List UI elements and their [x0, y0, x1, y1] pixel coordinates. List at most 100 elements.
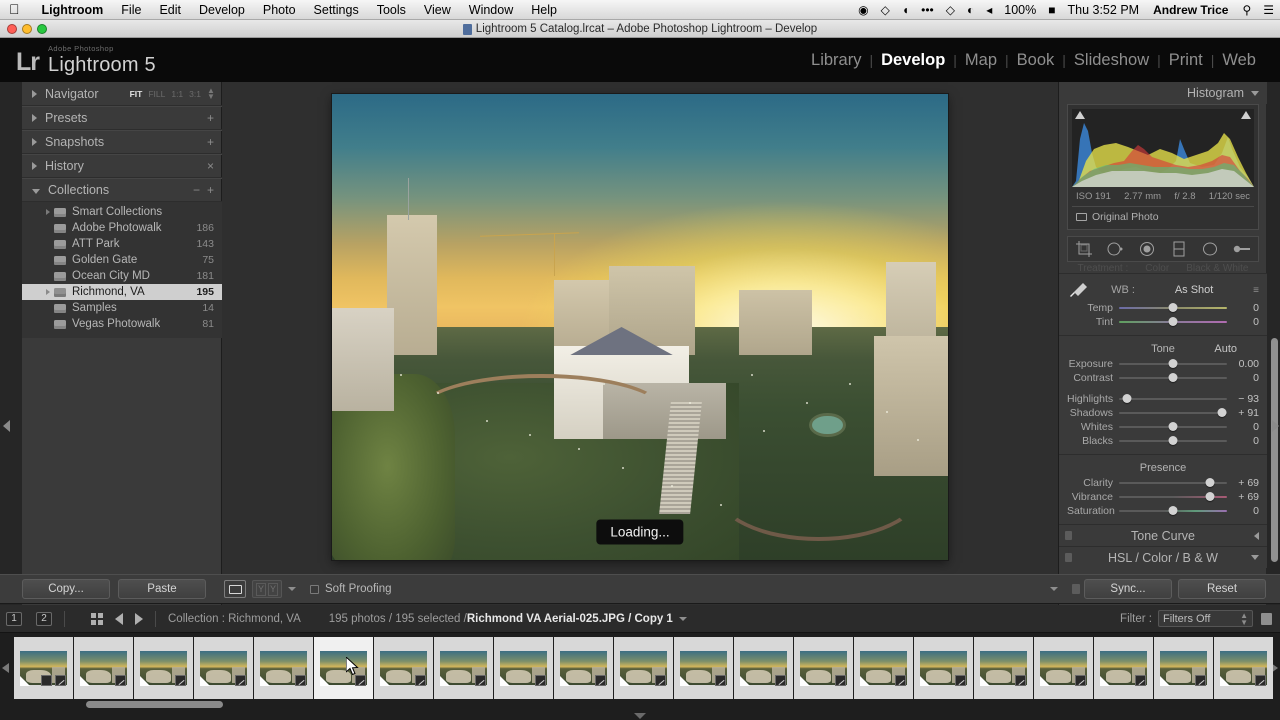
menu-file[interactable]: File	[112, 3, 150, 17]
module-web[interactable]: Web	[1214, 51, 1264, 70]
maximize-icon[interactable]	[37, 24, 47, 34]
spot-removal-icon[interactable]	[1106, 240, 1124, 258]
slider-value[interactable]: 0	[1227, 316, 1259, 328]
record-icon[interactable]: ◉	[852, 3, 874, 17]
panel-switch-icon[interactable]	[1065, 553, 1072, 562]
filmstrip-thumbnail-selected[interactable]	[314, 637, 373, 699]
volume-icon[interactable]: ◂	[980, 3, 998, 17]
minimize-icon[interactable]	[22, 24, 32, 34]
slider-value[interactable]: 0	[1227, 435, 1259, 447]
filmstrip-thumbnail[interactable]	[254, 637, 313, 699]
shadow-clipping-icon[interactable]	[1075, 111, 1085, 119]
zoom-stepper-icon[interactable]: ▲ ▼	[207, 86, 215, 100]
red-eye-correction-icon[interactable]	[1138, 240, 1156, 258]
clock[interactable]: Thu 3:52 PM	[1062, 3, 1146, 17]
filmstrip-thumbnail[interactable]	[794, 637, 853, 699]
zoom-3-1[interactable]: 3:1	[189, 89, 201, 99]
chevron-left-icon[interactable]	[1254, 531, 1259, 540]
slider-vibrance[interactable]: Vibrance + 69	[1067, 490, 1259, 504]
menu-develop[interactable]: Develop	[190, 3, 254, 17]
add-preset-button[interactable]: +	[207, 111, 214, 125]
slider-contrast[interactable]: Contrast 0	[1067, 371, 1259, 385]
slider-tint[interactable]: Tint 0	[1067, 315, 1259, 329]
white-balance-selector-icon[interactable]	[1067, 281, 1089, 299]
chevron-down-icon[interactable]	[678, 616, 687, 621]
slider-clarity[interactable]: Clarity + 69	[1067, 476, 1259, 490]
filmstrip-thumbnail[interactable]	[554, 637, 613, 699]
slider-track[interactable]	[1119, 394, 1227, 404]
loupe-photo[interactable]: Loading...	[332, 94, 948, 560]
slider-track[interactable]	[1119, 422, 1227, 432]
soft-proofing-checkbox[interactable]	[310, 584, 319, 594]
collection-item-adobe-photowalk[interactable]: Adobe Photowalk 186	[22, 220, 222, 236]
add-collection-button[interactable]: +	[207, 183, 214, 197]
filmstrip-scrollbar[interactable]	[86, 701, 223, 708]
battery-icon[interactable]: ■	[1042, 3, 1061, 17]
slider-track[interactable]	[1119, 436, 1227, 446]
slider-shadows[interactable]: Shadows + 91	[1067, 406, 1259, 420]
clear-history-button[interactable]: ×	[207, 159, 214, 173]
search-icon[interactable]: ⚲	[1236, 3, 1257, 17]
zoom-fill[interactable]: FILL	[148, 89, 165, 99]
filter-select[interactable]: Filters Off ▲ ▼	[1158, 610, 1253, 627]
filmstrip-prev-icon[interactable]	[2, 663, 9, 673]
filmstrip-track[interactable]	[14, 637, 1274, 699]
filmstrip-thumbnail[interactable]	[974, 637, 1033, 699]
right-panel-scrollbar[interactable]	[1271, 338, 1278, 562]
menu-lightroom[interactable]: Lightroom	[33, 3, 113, 17]
panel-histogram-header[interactable]: Histogram	[1059, 82, 1267, 104]
close-icon[interactable]	[7, 24, 17, 34]
image-canvas[interactable]: Loading...	[222, 82, 1058, 606]
filmstrip-thumbnail[interactable]	[434, 637, 493, 699]
slider-highlights[interactable]: Highlights − 93	[1067, 392, 1259, 406]
zoom-1-1[interactable]: 1:1	[171, 89, 183, 99]
left-panel-collapse-arrow[interactable]	[3, 420, 10, 432]
filmstrip-thumbnail[interactable]	[74, 637, 133, 699]
grid-view-icon[interactable]	[91, 612, 103, 625]
filmstrip-thumbnail[interactable]	[194, 637, 253, 699]
chevron-right-icon[interactable]	[46, 209, 50, 215]
treatment-black-and-white[interactable]: Black & White	[1186, 263, 1248, 273]
treatment-color[interactable]: Color	[1145, 263, 1169, 273]
collection-item-richmond-va[interactable]: Richmond, VA 195	[22, 284, 222, 300]
auto-tone-button[interactable]: Auto	[1214, 341, 1237, 357]
filmstrip-thumbnail[interactable]	[1034, 637, 1093, 699]
user-name[interactable]: Andrew Trice	[1145, 3, 1236, 17]
module-library[interactable]: Library	[803, 51, 869, 70]
right-panel-collapse-arrow[interactable]	[1272, 420, 1279, 432]
original-photo-row[interactable]: Original Photo	[1072, 206, 1254, 225]
module-slideshow[interactable]: Slideshow	[1066, 51, 1157, 70]
filmstrip-thumbnail[interactable]	[734, 637, 793, 699]
filmstrip-filename[interactable]: Richmond VA Aerial-025.JPG / Copy 1	[467, 613, 673, 625]
filmstrip-resize-handle[interactable]	[634, 713, 646, 719]
panel-collections[interactable]: Collections − +	[22, 178, 222, 202]
collection-item-att-park[interactable]: ATT Park 143	[22, 236, 222, 252]
menu-view[interactable]: View	[415, 3, 460, 17]
collection-item-vegas-photowalk[interactable]: Vegas Photowalk 81	[22, 316, 222, 332]
ellipsis-icon[interactable]: •••	[915, 3, 940, 17]
filmstrip-thumbnail[interactable]	[494, 637, 553, 699]
collection-item-samples[interactable]: Samples 14	[22, 300, 222, 316]
highlight-clipping-icon[interactable]	[1241, 111, 1251, 119]
chevron-down-icon[interactable]	[32, 188, 40, 194]
panel-history[interactable]: History ×	[22, 154, 222, 178]
crop-overlay-icon[interactable]	[1075, 240, 1093, 258]
cloud-sync-icon[interactable]: ◖	[896, 3, 915, 17]
panel-tone-curve[interactable]: Tone Curve	[1059, 524, 1267, 546]
screen-2-button[interactable]: 2	[36, 611, 52, 626]
slider-value[interactable]: + 69	[1227, 477, 1259, 489]
bluetooth-icon[interactable]: ◇	[940, 3, 961, 17]
dropbox-icon[interactable]: ◇	[875, 3, 896, 17]
radial-filter-icon[interactable]	[1201, 240, 1219, 258]
graduated-filter-icon[interactable]	[1170, 240, 1188, 258]
remove-collection-button[interactable]: −	[193, 183, 200, 197]
add-snapshot-button[interactable]: +	[207, 135, 214, 149]
soft-proofing-label[interactable]: Soft Proofing	[325, 583, 391, 595]
panel-navigator[interactable]: Navigator FIT FILL 1:1 3:1 ▲ ▼	[22, 82, 222, 106]
menu-tools[interactable]: Tools	[368, 3, 415, 17]
module-map[interactable]: Map	[957, 51, 1005, 70]
wb-preset-value[interactable]: As Shot	[1135, 284, 1253, 296]
slider-track[interactable]	[1119, 303, 1227, 313]
module-develop[interactable]: Develop	[873, 51, 953, 70]
slider-track[interactable]	[1119, 408, 1227, 418]
